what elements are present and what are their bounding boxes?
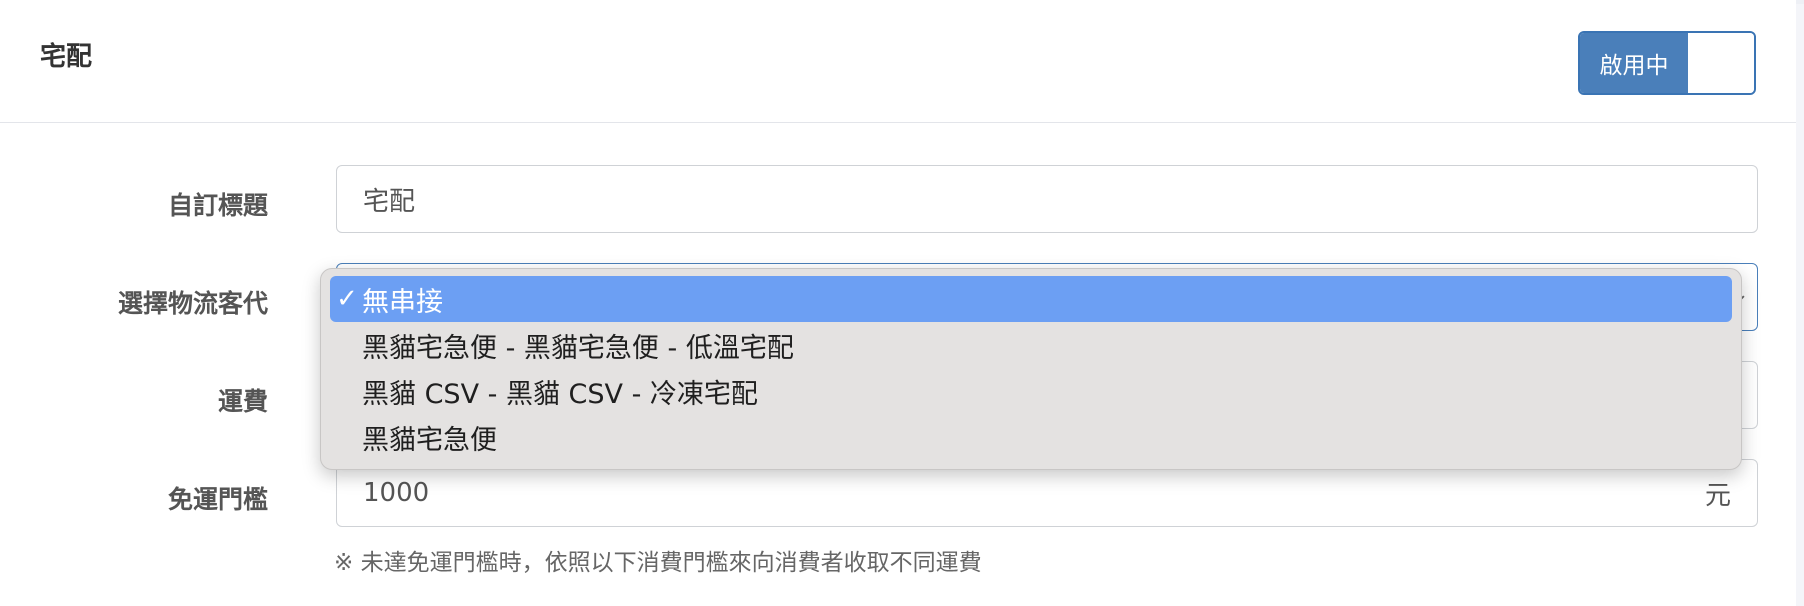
dropdown-option-label: 黑貓宅急便 - 黑貓宅急便 - 低溫宅配 bbox=[362, 332, 794, 364]
toggle-on-label: 啟用中 bbox=[1580, 33, 1688, 93]
free-threshold-hint: ※ 未達免運門檻時，依照以下消費門檻來向消費者收取不同運費 bbox=[334, 550, 982, 576]
shipping-method-panel: 宅配 啟用中 自訂標題 宅配 選擇物流客代 ⌄ 運費 免運門檻 1000 元 ※… bbox=[0, 0, 1796, 606]
header-divider bbox=[0, 122, 1796, 123]
dropdown-option-label: 黑貓宅急便 bbox=[362, 424, 497, 456]
toggle-handle[interactable] bbox=[1688, 33, 1754, 93]
shipping-fee-label: 運費 bbox=[217, 387, 268, 416]
dropdown-option-label: 黑貓 CSV - 黑貓 CSV - 冷凍宅配 bbox=[362, 378, 758, 410]
free-threshold-label: 免運門檻 bbox=[167, 485, 268, 514]
dropdown-option-label: 無串接 bbox=[362, 286, 443, 318]
custom-title-input[interactable]: 宅配 bbox=[336, 165, 1758, 233]
dropdown-option[interactable]: 黑貓 CSV - 黑貓 CSV - 冷凍宅配 bbox=[330, 368, 1732, 414]
dropdown-option[interactable]: ✓ 無串接 bbox=[330, 276, 1732, 322]
custom-title-label: 自訂標題 bbox=[167, 191, 268, 220]
dropdown-option[interactable]: 黑貓宅急便 bbox=[330, 414, 1732, 460]
dropdown-option[interactable]: 黑貓宅急便 - 黑貓宅急便 - 低溫宅配 bbox=[330, 322, 1732, 368]
panel-title: 宅配 bbox=[40, 42, 93, 72]
checkmark-icon: ✓ bbox=[336, 284, 358, 314]
logistics-dropdown-menu: ✓ 無串接 黑貓宅急便 - 黑貓宅急便 - 低溫宅配 黑貓 CSV - 黑貓 C… bbox=[320, 268, 1742, 470]
logistics-label: 選擇物流客代 bbox=[117, 289, 268, 318]
enable-toggle[interactable]: 啟用中 bbox=[1578, 31, 1756, 95]
